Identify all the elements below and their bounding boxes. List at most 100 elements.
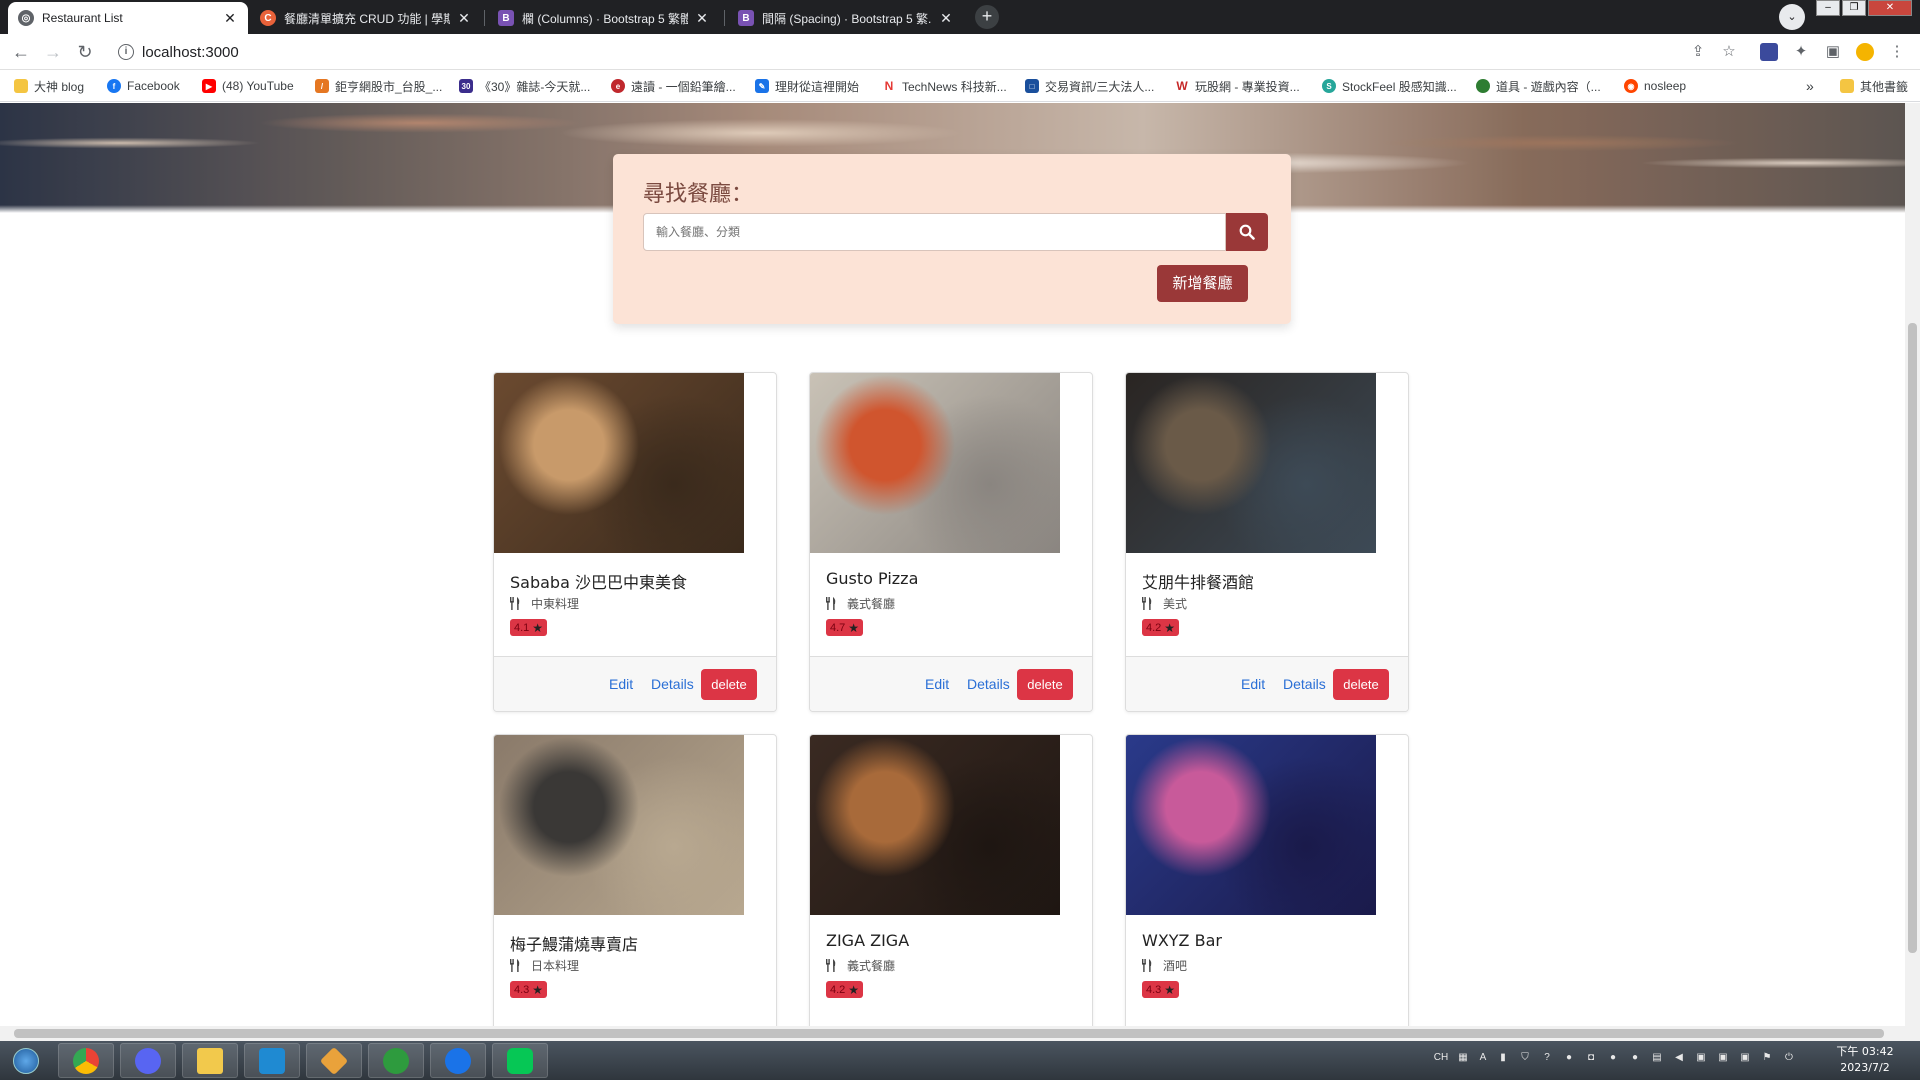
details-link[interactable]: Details — [651, 676, 694, 692]
close-icon[interactable]: ✕ — [222, 10, 238, 27]
tab-search-button[interactable]: ⌄ — [1779, 4, 1805, 30]
side-panel-icon[interactable]: ▣ — [1824, 43, 1842, 61]
bookmark-label: nosleep — [1644, 79, 1687, 93]
tab-restaurant-list[interactable]: ◎ Restaurant List ✕ — [8, 2, 248, 34]
search-input[interactable] — [643, 213, 1226, 251]
delete-button[interactable]: delete — [1333, 669, 1389, 700]
help-icon[interactable]: ? — [1540, 1051, 1554, 1065]
back-arrow-icon[interactable]: ← — [10, 41, 32, 63]
edit-link[interactable]: Edit — [609, 676, 633, 692]
network-icon[interactable]: ▤ — [1650, 1051, 1664, 1065]
reload-icon[interactable]: ↻ — [74, 41, 96, 63]
vscode-icon[interactable] — [244, 1043, 300, 1078]
gitkraken-icon[interactable] — [368, 1043, 424, 1078]
close-icon[interactable]: ✕ — [938, 10, 954, 27]
details-link[interactable]: Details — [967, 676, 1010, 692]
clock[interactable]: 下午 03:42 2023/7/2 — [1830, 1044, 1900, 1076]
maps-icon[interactable] — [430, 1043, 486, 1078]
line-tray-icon[interactable]: ● — [1628, 1051, 1642, 1065]
scroll-thumb[interactable] — [14, 1029, 1884, 1038]
close-icon[interactable]: ✕ — [456, 10, 472, 27]
delete-button[interactable]: delete — [1017, 669, 1073, 700]
bookmark-item[interactable]: e 遠讀 - 一個鉛筆繪... — [611, 77, 736, 95]
tab-alphacamp[interactable]: C 餐廳清單擴充 CRUD 功能 | 學期... ✕ — [250, 2, 482, 34]
restaurant-image[interactable] — [810, 735, 1060, 915]
bookmark-item[interactable]: ◉ nosleep — [1624, 77, 1686, 95]
info-icon[interactable]: i — [118, 44, 134, 60]
bookmark-item[interactable]: N TechNews 科技新... — [882, 77, 1007, 95]
bookmark-item[interactable]: □ 交易資訊/三大法人... — [1025, 77, 1154, 95]
bookmark-item[interactable]: f Facebook — [107, 77, 180, 95]
tab-bootstrap-spacing[interactable]: B 間隔 (Spacing) · Bootstrap 5 繁... ✕ — [728, 2, 964, 34]
line-icon[interactable] — [492, 1043, 548, 1078]
app-tray-icon[interactable]: ▣ — [1716, 1051, 1730, 1065]
edit-link[interactable]: Edit — [925, 676, 949, 692]
tab-bootstrap-columns[interactable]: B 欄 (Columns) · Bootstrap 5 繁體... ✕ — [488, 2, 720, 34]
rating-value: 4.2 — [1146, 621, 1162, 634]
volume-icon[interactable]: ◀ — [1672, 1051, 1686, 1065]
restaurant-image[interactable] — [494, 735, 744, 915]
new-tab-button[interactable]: + — [975, 5, 999, 29]
restaurant-category: 日本料理 — [510, 957, 579, 974]
forward-arrow-icon[interactable]: → — [42, 41, 64, 63]
app-tray-icon[interactable]: ▣ — [1738, 1051, 1752, 1065]
bookmark-item[interactable]: S StockFeel 股感知識... — [1322, 77, 1457, 95]
puzzle-icon[interactable]: ✦ — [1792, 43, 1810, 61]
language-indicator[interactable]: CH — [1432, 1051, 1450, 1065]
keyboard-icon[interactable]: ▮ — [1496, 1051, 1510, 1065]
scroll-thumb[interactable] — [1908, 323, 1917, 953]
wantgoo-icon: W — [1176, 79, 1188, 93]
shield-icon[interactable]: ⛉ — [1518, 1051, 1532, 1065]
bookmark-item[interactable]: / 鉅亨網股市_台股_... — [315, 77, 442, 95]
close-icon[interactable]: ✕ — [694, 10, 710, 27]
edit-link[interactable]: Edit — [1241, 676, 1265, 692]
tab-strip: ◎ Restaurant List ✕ C 餐廳清單擴充 CRUD 功能 | 學… — [0, 0, 1920, 34]
restaurant-image[interactable] — [1126, 735, 1376, 915]
search-button[interactable] — [1226, 213, 1268, 251]
chrome-icon[interactable] — [58, 1043, 114, 1078]
power-icon[interactable]: ⏻ — [1782, 1051, 1796, 1065]
avatar[interactable] — [1856, 43, 1874, 61]
bookmark-item[interactable]: 30 《30》雜誌-今天就... — [459, 77, 590, 95]
app-tray-icon[interactable]: ▣ — [1694, 1051, 1708, 1065]
windows-start-icon[interactable] — [0, 1043, 52, 1078]
bookmark-item[interactable]: ✎ 理財從這裡開始 — [755, 77, 859, 95]
restore-button[interactable]: ❐ — [1842, 0, 1866, 16]
discord-tray-icon[interactable]: ● — [1562, 1051, 1576, 1065]
discord-icon[interactable] — [120, 1043, 176, 1078]
share-icon[interactable]: ⇪ — [1689, 43, 1707, 61]
sourcetree-icon[interactable] — [306, 1043, 362, 1078]
window-close-button[interactable]: ✕ — [1868, 0, 1912, 16]
restaurant-image[interactable] — [810, 373, 1060, 553]
details-link[interactable]: Details — [1283, 676, 1326, 692]
other-bookmarks-folder[interactable]: 其他書籤 — [1840, 77, 1908, 95]
star-icon[interactable]: ☆ — [1720, 43, 1738, 61]
font-icon[interactable]: A — [1476, 1051, 1490, 1065]
horizontal-scrollbar[interactable] — [0, 1026, 1920, 1041]
bot-tray-icon[interactable]: ◘ — [1584, 1051, 1598, 1065]
bookmark-label: 《30》雜誌-今天就... — [479, 79, 591, 94]
add-restaurant-button[interactable]: 新增餐廳 — [1157, 265, 1248, 302]
bookmark-item[interactable]: 道具 - 遊戲內容（... — [1476, 77, 1601, 95]
address-bar[interactable]: i localhost:3000 — [112, 38, 1748, 66]
flag-icon[interactable]: ⚑ — [1760, 1051, 1774, 1065]
restaurant-name: ZIGA ZIGA — [826, 931, 910, 950]
rating-badge: 4.7 ★ — [826, 619, 864, 636]
tab-separator — [484, 10, 485, 26]
bookmark-item[interactable]: 大神 blog — [14, 77, 84, 95]
menu-icon[interactable]: ⋮ — [1888, 43, 1906, 61]
file-explorer-icon[interactable] — [182, 1043, 238, 1078]
restaurant-image[interactable] — [494, 373, 744, 553]
wechat-tray-icon[interactable]: ● — [1606, 1051, 1620, 1065]
extension-icon[interactable] — [1760, 43, 1778, 61]
bookmark-item[interactable]: W 玩股網 - 專業投資... — [1175, 77, 1299, 95]
rating-value: 4.3 — [1146, 983, 1162, 996]
utensils-icon — [510, 959, 520, 972]
delete-button[interactable]: delete — [701, 669, 757, 700]
restaurant-image[interactable] — [1126, 373, 1376, 553]
vertical-scrollbar[interactable] — [1905, 103, 1920, 1026]
ime-icon[interactable]: ▦ — [1456, 1051, 1470, 1065]
bookmark-item[interactable]: ▶ (48) YouTube — [202, 77, 294, 95]
minimize-button[interactable]: ‒ — [1816, 0, 1840, 16]
more-bookmarks-button[interactable]: » — [1806, 77, 1814, 95]
